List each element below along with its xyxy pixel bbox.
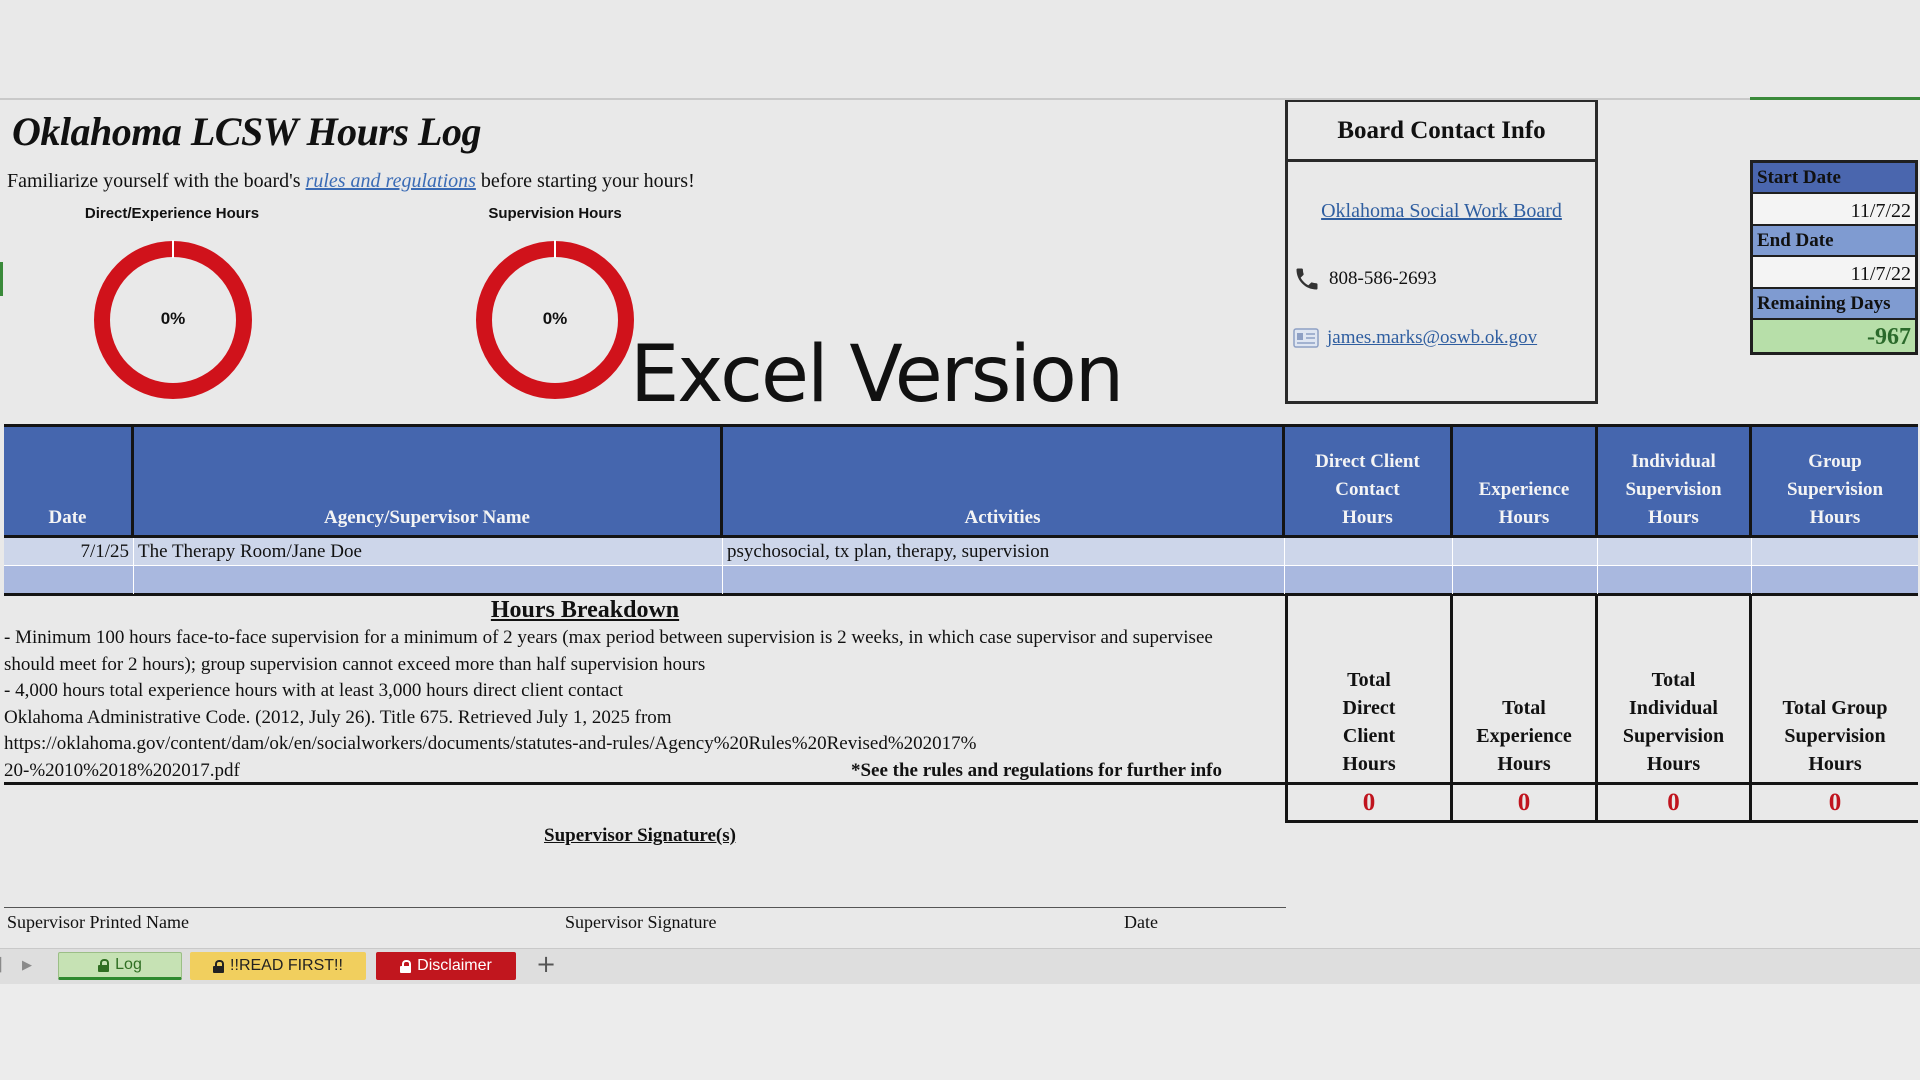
total-group-value: 0 [1828,789,1842,816]
lock-icon [98,958,110,972]
table-row[interactable]: 7/1/25 The Therapy Room/Jane Doe psychos… [4,538,1918,566]
total-direct-value: 0 [1288,785,1453,820]
totals-panel: Total Direct Client Hours Total Experien… [1285,595,1918,823]
subtitle: Familiarize yourself with the board's ru… [7,170,695,193]
breakdown-url: https://oklahoma.gov/content/dam/ok/en/s… [4,733,977,754]
direct-experience-percent: 0% [160,309,186,328]
header-date[interactable]: Date [4,427,134,535]
supervision-ring-label: Supervision Hours [488,205,622,222]
rules-link[interactable]: rules and regulations [306,170,476,192]
header-direct-client-hours[interactable]: Direct Client Contact Hours [1285,427,1453,535]
signature-date-label: Date [1124,912,1158,932]
excel-version-watermark: Excel Version [630,330,1124,420]
scroll-tabs-left-icon[interactable]: ▏ [0,958,10,973]
end-date-label: End Date [1753,226,1915,255]
total-individual-label: Total Individual Supervision Hours [1598,595,1752,785]
remaining-days-label: Remaining Days [1753,289,1915,318]
sheet-tab-bar: ▏ ▶ Log !!READ FIRST!! Disclaimer + [0,948,1920,984]
remaining-days-cell: -967 [1753,318,1915,352]
breakdown-note: *See the rules and regulations for furth… [850,759,1222,781]
row-experience-hours[interactable] [1453,566,1598,594]
contact-title: Board Contact Info [1288,102,1595,162]
end-date-cell[interactable]: 11/7/22 [1753,255,1915,289]
phone-number: 808-586-2693 [1329,268,1437,289]
tab-read-first-label: !!READ FIRST!! [230,957,343,974]
tab-disclaimer[interactable]: Disclaimer [376,952,516,980]
header-individual-supervision-hours[interactable]: Individual Supervision Hours [1598,427,1752,535]
table-row[interactable] [4,566,1918,596]
lock-icon [213,959,225,973]
direct-experience-ring-label: Direct/Experience Hours [84,205,260,222]
row-individual-hours[interactable] [1598,538,1752,566]
subtitle-text-before: Familiarize yourself with the board's [7,170,306,192]
printed-name-label: Supervisor Printed Name [7,912,189,932]
total-individual-value: 0 [1598,785,1752,820]
total-experience-label: Total Experience Hours [1453,595,1598,785]
supervision-percent: 0% [542,309,568,328]
signature-label: Supervisor Signature [565,912,717,932]
email-link[interactable]: james.marks@oswb.ok.gov [1327,327,1537,349]
window-bottom-area [0,984,1920,1080]
row-group-hours[interactable] [1752,538,1918,566]
header-group-supervision-hours[interactable]: Group Supervision Hours [1752,427,1918,535]
start-date-cell[interactable]: 11/7/22 [1753,192,1915,226]
row-direct-hours[interactable] [1285,538,1453,566]
total-group-label: Total Group Supervision Hours [1752,595,1918,785]
total-direct-label: Total Direct Client Hours [1288,595,1453,785]
signature-line [4,907,1286,908]
log-table-header: Date Agency/Supervisor Name Activities D… [4,424,1918,538]
row-selection-indicator [0,262,3,296]
hours-breakdown: Hours Breakdown - Minimum 100 hours face… [4,595,1286,785]
row-activities[interactable]: psychosocial, tx plan, therapy, supervis… [723,538,1285,566]
breakdown-line-supervision: - Minimum 100 hours face-to-face supervi… [4,627,1213,675]
sheet-top-border [0,98,1920,100]
breakdown-line-experience: - 4,000 hours total experience hours wit… [4,680,623,701]
tab-read-first[interactable]: !!READ FIRST!! [190,952,366,980]
date-panel: Start Date 11/7/22 End Date 11/7/22 Rema… [1750,160,1918,355]
row-date[interactable] [4,566,134,594]
board-contact-box: Board Contact Info Oklahoma Social Work … [1285,100,1598,404]
row-activities[interactable] [723,566,1285,594]
phone-icon [1296,268,1318,290]
signature-title: Supervisor Signature(s) [544,825,736,846]
subtitle-text-after: before starting your hours! [475,170,695,192]
row-date[interactable]: 7/1/25 [4,538,134,566]
breakdown-title: Hours Breakdown [490,597,680,623]
tab-disclaimer-label: Disclaimer [417,957,492,974]
start-date-label: Start Date [1753,163,1915,192]
lock-icon [400,959,412,973]
row-direct-hours[interactable] [1285,566,1453,594]
add-sheet-button[interactable]: + [536,950,556,978]
header-agency[interactable]: Agency/Supervisor Name [134,427,723,535]
breakdown-url-end: 20-%2010%2018%202017.pdf [4,759,240,781]
tab-log-label: Log [115,956,142,973]
selection-indicator [1750,97,1920,100]
total-experience-value: 0 [1453,785,1598,820]
header-experience-hours[interactable]: Experience Hours [1453,427,1598,535]
contact-card-icon [1293,328,1319,348]
header-activities[interactable]: Activities [723,427,1285,535]
page-title: Oklahoma LCSW Hours Log [12,109,482,154]
scroll-tabs-right-icon[interactable]: ▶ [22,958,32,973]
row-agency[interactable]: The Therapy Room/Jane Doe [134,538,723,566]
tab-log[interactable]: Log [58,952,182,980]
breakdown-citation: Oklahoma Administrative Code. (2012, Jul… [4,706,672,728]
row-individual-hours[interactable] [1598,566,1752,594]
row-agency[interactable] [134,566,723,594]
row-experience-hours[interactable] [1453,538,1598,566]
row-group-hours[interactable] [1752,566,1918,594]
board-link[interactable]: Oklahoma Social Work Board [1321,200,1562,222]
